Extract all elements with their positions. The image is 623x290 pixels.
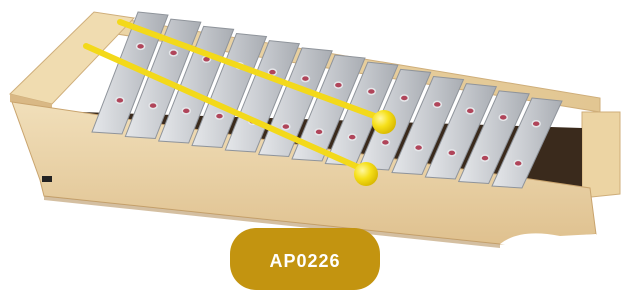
bar-rivet xyxy=(135,42,146,51)
bar-rivet xyxy=(413,143,424,152)
bar-rivet xyxy=(333,81,344,89)
bar-rivet xyxy=(399,94,410,102)
left-foot xyxy=(42,176,52,182)
bar-rivet xyxy=(366,87,377,96)
bar-rivet xyxy=(168,49,179,57)
bar-rivet xyxy=(480,154,490,162)
bar-rivet xyxy=(214,112,225,120)
bar-rivet xyxy=(513,159,523,168)
bar-rivet xyxy=(432,100,443,109)
product-code-badge: AP0226 xyxy=(230,228,380,290)
product-code-label: AP0226 xyxy=(269,251,341,271)
bar-rivet xyxy=(148,101,158,110)
bar-rivet xyxy=(347,133,357,141)
bar-rivet xyxy=(115,96,125,105)
bar-rivet xyxy=(181,107,192,115)
bar-rivet xyxy=(300,74,311,83)
bar-rivet xyxy=(380,138,391,147)
box-right-end xyxy=(581,111,621,199)
mallet-upper-head xyxy=(372,110,396,134)
bar-rivet xyxy=(531,120,541,128)
product-photo xyxy=(9,11,621,248)
mallet-lower-head xyxy=(354,162,378,186)
bar-rivet xyxy=(498,113,508,122)
bar-rivet xyxy=(465,107,476,115)
bar-rivet xyxy=(281,122,291,131)
bar-rivet xyxy=(447,149,457,157)
bar-rivet xyxy=(314,128,324,136)
